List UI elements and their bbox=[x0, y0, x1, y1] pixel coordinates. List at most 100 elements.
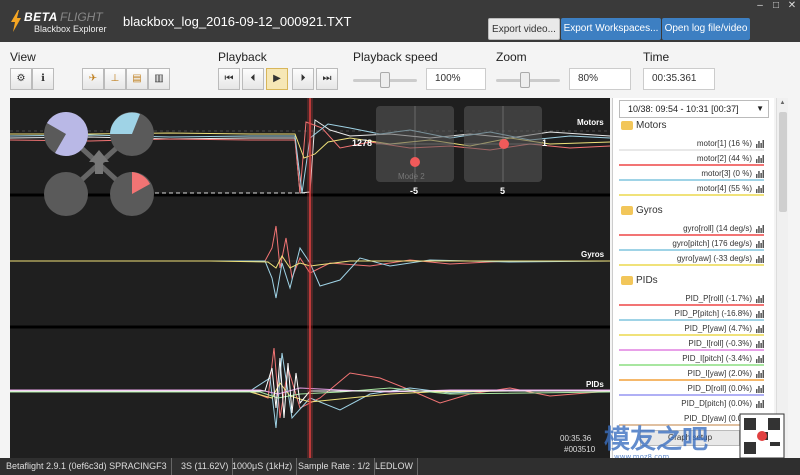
status-bar: Betaflight 2.9.1 (0ef6c3d) SPRACINGF3 3S… bbox=[0, 458, 800, 475]
zoom-slider[interactable] bbox=[496, 70, 560, 90]
analyser-bars-icon[interactable] bbox=[756, 184, 764, 193]
zoom-slider-thumb[interactable] bbox=[520, 72, 531, 88]
analyser-bars-icon[interactable] bbox=[756, 354, 764, 363]
legend-item[interactable]: motor[3] (0 %) bbox=[619, 167, 764, 181]
legend-item-label: gyro[roll] (14 deg/s) bbox=[683, 224, 752, 233]
playback-label: Playback bbox=[218, 50, 267, 64]
craft-diagram bbox=[44, 112, 154, 216]
legend-group-2[interactable]: PIDs bbox=[621, 275, 658, 286]
gear-icon[interactable]: ⚙ bbox=[10, 68, 32, 90]
playback-speed-field[interactable]: 100% bbox=[426, 68, 486, 90]
legend-color-bar bbox=[619, 249, 764, 251]
legend-color-bar bbox=[619, 334, 764, 336]
legend-color-bar bbox=[619, 194, 764, 196]
legend-item-label: motor[3] (0 %) bbox=[701, 169, 752, 178]
legend-color-bar bbox=[619, 234, 764, 236]
legend-item[interactable]: motor[4] (55 %) bbox=[619, 182, 764, 196]
legend-item-label: motor[4] (55 %) bbox=[696, 184, 752, 193]
analyser-bars-icon[interactable] bbox=[756, 239, 764, 248]
legend-item[interactable]: PID_D[roll] (0.0%) bbox=[619, 382, 764, 396]
legend-item[interactable]: gyro[roll] (14 deg/s) bbox=[619, 222, 764, 236]
play-icon[interactable]: ▶ bbox=[266, 68, 288, 90]
legend-group-1[interactable]: Gyros bbox=[621, 205, 663, 216]
export-workspaces-button[interactable]: Export Workspaces... bbox=[561, 18, 661, 40]
jump-start-icon[interactable]: ⏮ bbox=[218, 68, 240, 90]
legend-item-label: gyro[pitch] (176 deg/s) bbox=[672, 239, 752, 248]
sample-rate-info: Sample Rate : 1/2 bbox=[294, 458, 376, 475]
analyser-bars-icon[interactable] bbox=[756, 169, 764, 178]
analyser-bars-icon[interactable] bbox=[756, 324, 764, 333]
analyser-bars-icon[interactable] bbox=[756, 139, 764, 148]
time-field[interactable]: 00:35.361 bbox=[643, 68, 715, 90]
log-filename: blackbox_log_2016-09-12_000921.TXT bbox=[123, 14, 352, 29]
sticks-view-icon[interactable]: ⊥ bbox=[104, 68, 126, 90]
app-logo: BETA FLIGHT Blackbox Explorer bbox=[8, 8, 118, 36]
legend-item[interactable]: PID_I[pitch] (-3.4%) bbox=[619, 352, 764, 366]
step-forward-icon[interactable]: ⏵ bbox=[292, 68, 314, 90]
analyser-bars-icon[interactable] bbox=[756, 294, 764, 303]
close-icon[interactable]: ✕ bbox=[784, 0, 800, 12]
watermark-text: 模友之吧 bbox=[604, 424, 708, 455]
right-stick-box bbox=[464, 106, 542, 182]
analyser-bars-icon[interactable] bbox=[756, 309, 764, 318]
legend-color-bar bbox=[619, 364, 764, 366]
table-view-icon[interactable]: ▤ bbox=[126, 68, 148, 90]
open-log-button[interactable]: Open log file/video bbox=[662, 18, 750, 40]
legend-item[interactable]: PID_I[yaw] (2.0%) bbox=[619, 367, 764, 381]
craft-view-icon[interactable]: ✈ bbox=[82, 68, 104, 90]
legend-item-label: PID_I[yaw] (2.0%) bbox=[687, 369, 752, 378]
analyser-bars-icon[interactable] bbox=[756, 224, 764, 233]
playback-speed-slider[interactable] bbox=[353, 70, 417, 90]
legend-scrollbar[interactable]: ▲ bbox=[776, 98, 788, 458]
legend-item[interactable]: motor[1] (16 %) bbox=[619, 137, 764, 151]
info-icon[interactable]: ℹ bbox=[32, 68, 54, 90]
maximize-icon[interactable]: □ bbox=[768, 0, 784, 12]
step-back-icon[interactable]: ⏴ bbox=[242, 68, 264, 90]
legend-group-0[interactable]: Motors bbox=[621, 120, 667, 131]
legend-color-bar bbox=[619, 394, 764, 396]
workspace-select[interactable]: 10/38: 09:54 - 10:31 [00:37] ▼ bbox=[619, 100, 769, 118]
legend-item[interactable]: gyro[pitch] (176 deg/s) bbox=[619, 237, 764, 251]
legend-color-bar bbox=[619, 304, 764, 306]
analyser-bars-icon[interactable] bbox=[756, 254, 764, 263]
legend-item[interactable]: PID_P[yaw] (4.7%) bbox=[619, 322, 764, 336]
analyser-bars-icon[interactable] bbox=[756, 369, 764, 378]
analyser-bars-icon[interactable] bbox=[756, 384, 764, 393]
legend-item[interactable]: PID_P[roll] (-1.7%) bbox=[619, 292, 764, 306]
scroll-up-icon[interactable]: ▲ bbox=[778, 100, 787, 108]
graph-frame-overlay: #003510 bbox=[564, 445, 596, 454]
scrollbar-thumb[interactable] bbox=[779, 112, 787, 212]
analyser-bars-icon[interactable] bbox=[756, 339, 764, 348]
stick-right-bottom-value: 5 bbox=[500, 186, 506, 196]
jump-end-icon[interactable]: ⏭ bbox=[316, 68, 338, 90]
legend-item-label: PID_P[yaw] (4.7%) bbox=[684, 324, 752, 333]
toolbar: View ⚙ ℹ ✈ ⊥ ▤ ▥ Playback ⏮ ⏴ ▶ ⏵ ⏭ Play… bbox=[0, 42, 800, 98]
pids-graph-label: PIDs bbox=[586, 380, 604, 389]
site-watermark: 模友之吧 www.moz8.com bbox=[604, 413, 785, 461]
zoom-field[interactable]: 80% bbox=[569, 68, 631, 90]
legend-item[interactable]: gyro[yaw] (-33 deg/s) bbox=[619, 252, 764, 266]
graph-canvas[interactable]: Motors Gyros PIDs Mode 2 1278 -5 1 5 bbox=[10, 98, 610, 458]
folder-icon bbox=[621, 205, 633, 215]
speed-slider-thumb[interactable] bbox=[380, 72, 390, 88]
chevron-down-icon: ▼ bbox=[756, 104, 764, 113]
legend-item[interactable]: PID_P[pitch] (-16.8%) bbox=[619, 307, 764, 321]
minimize-icon[interactable]: – bbox=[752, 0, 768, 12]
logo-flight: FLIGHT bbox=[60, 10, 103, 24]
analyser-view-icon[interactable]: ▥ bbox=[148, 68, 170, 90]
view-label: View bbox=[10, 50, 36, 64]
legend-item[interactable]: PID_I[roll] (-0.3%) bbox=[619, 337, 764, 351]
analyser-bars-icon[interactable] bbox=[756, 154, 764, 163]
stick-left-bottom-value: -5 bbox=[410, 186, 419, 196]
legend-item-label: gyro[yaw] (-33 deg/s) bbox=[676, 254, 752, 263]
export-video-button[interactable]: Export video... bbox=[488, 18, 560, 40]
folder-icon bbox=[621, 120, 633, 130]
legend-item[interactable]: PID_D[pitch] (0.0%) bbox=[619, 397, 764, 411]
motors-graph-label: Motors bbox=[577, 118, 604, 127]
legend-item-label: PID_D[pitch] (0.0%) bbox=[681, 399, 752, 408]
legend-color-bar bbox=[619, 379, 764, 381]
right-stick-crosshair bbox=[464, 106, 542, 182]
title-bar: BETA FLIGHT Blackbox Explorer blackbox_l… bbox=[0, 0, 800, 42]
legend-item[interactable]: motor[2] (44 %) bbox=[619, 152, 764, 166]
analyser-bars-icon[interactable] bbox=[756, 399, 764, 408]
